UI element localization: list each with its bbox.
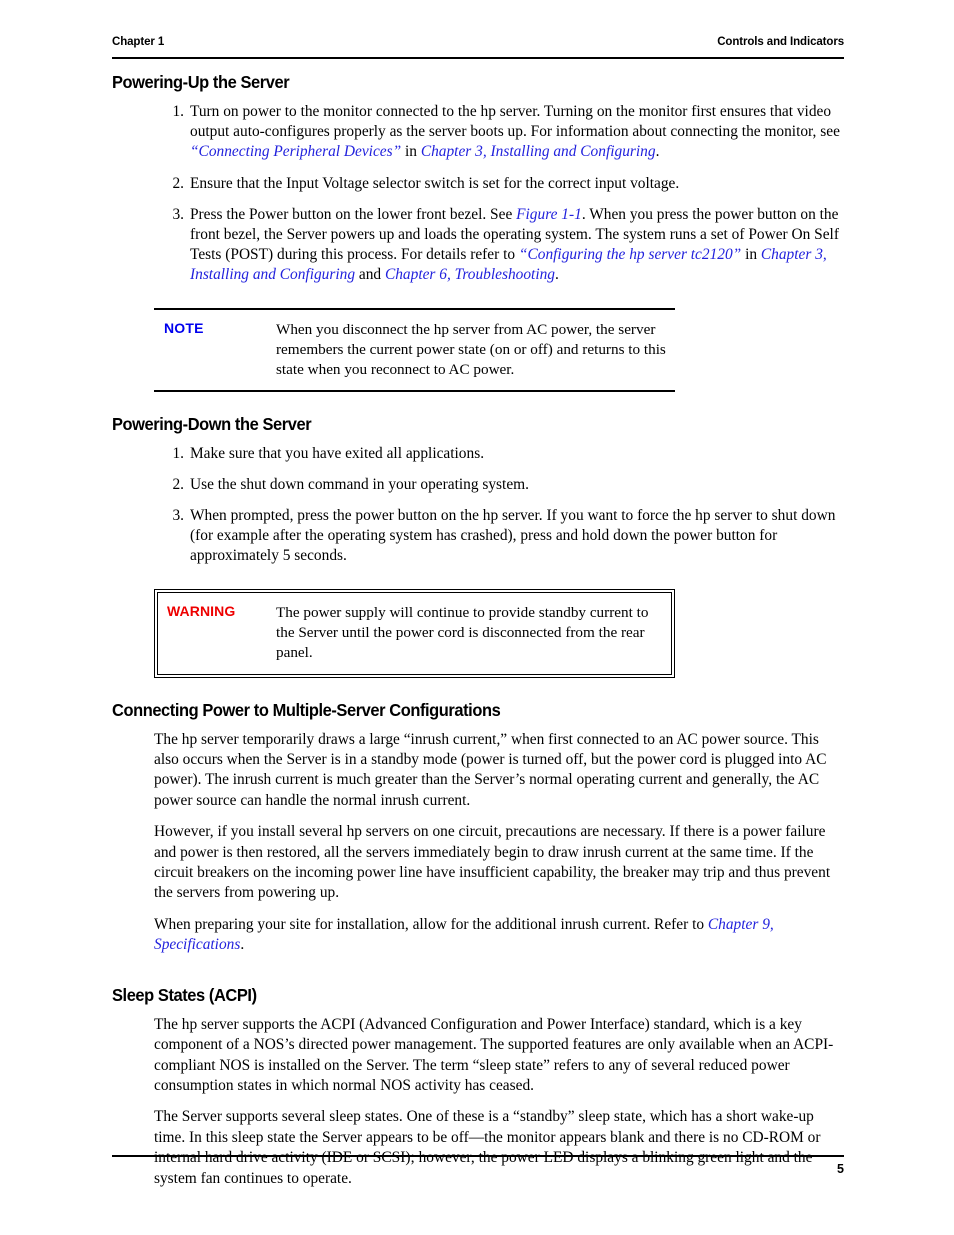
cross-reference-link[interactable]: Chapter 6, Troubleshooting	[385, 266, 555, 283]
list-item: 1. Make sure that you have exited all ap…	[162, 444, 844, 464]
cross-reference-link[interactable]: Figure 1-1	[516, 206, 582, 223]
list-item-number: 3.	[172, 507, 184, 525]
list-item-number: 1.	[172, 444, 184, 462]
paragraph: The hp server supports the ACPI (Advance…	[154, 1015, 834, 1094]
list-item: 1. Turn on power to the monitor connecte…	[162, 102, 844, 163]
header-chapter-label: Chapter 1	[112, 36, 165, 48]
paragraph: The hp server temporarily draws a large …	[154, 730, 827, 809]
section-heading-powering-up: Powering-Up the Server	[112, 72, 290, 92]
list-item: 2. Use the shut down command in your ope…	[162, 475, 844, 495]
document-page: Chapter 1 Controls and Indicators Poweri…	[0, 0, 954, 1235]
list-item-number: 1.	[172, 103, 184, 120]
note-admonition: NOTE When you disconnect the hp server f…	[154, 307, 675, 392]
paragraph: When preparing your site for installatio…	[154, 915, 774, 954]
list-item: 2. Ensure that the Input Voltage selecto…	[162, 174, 844, 194]
list-item-number: 2.	[172, 174, 184, 192]
list-item-text: Turn on power to the monitor connected t…	[190, 103, 840, 161]
cross-reference-link[interactable]: “Connecting Peripheral Devices”	[190, 143, 401, 160]
cross-reference-link[interactable]: Chapter 9, Specifications	[154, 916, 774, 953]
page-footer: 5	[112, 1162, 844, 1176]
list-item: 3. When prompted, press the power button…	[162, 506, 844, 567]
header-section-label: Controls and Indicators	[717, 36, 844, 48]
note-box: NOTE When you disconnect the hp server f…	[154, 307, 675, 392]
list-item-text: Press the Power button on the lower fron…	[190, 205, 839, 284]
page-header: Chapter 1 Controls and Indicators	[112, 36, 844, 48]
section-heading-connecting-power: Connecting Power to Multiple-Server Conf…	[112, 699, 501, 720]
list-item: 3. Press the Power button on the lower f…	[162, 205, 844, 286]
note-label: NOTE	[164, 319, 204, 336]
document-content: Powering-Up the Server 1. Turn on power …	[112, 72, 844, 1189]
section-heading-sleep-states: Sleep States (ACPI)	[112, 984, 257, 1005]
warning-box: WARNING The power supply will continue t…	[157, 591, 672, 675]
list-item-text: When prompted, press the power button on…	[190, 507, 836, 565]
list-item-number: 2.	[172, 475, 184, 493]
paragraph: The Server supports several sleep states…	[154, 1108, 821, 1187]
warning-text: The power supply will continue to provid…	[276, 603, 649, 661]
section-heading-powering-down: Powering-Down the Server	[112, 413, 312, 434]
warning-label: WARNING	[167, 602, 236, 619]
paragraph: However, if you install several hp serve…	[154, 823, 831, 902]
list-item-text: Ensure that the Input Voltage selector s…	[190, 174, 680, 192]
steps-list-powering-down: 1. Make sure that you have exited all ap…	[162, 444, 844, 567]
steps-list-powering-up: 1. Turn on power to the monitor connecte…	[162, 102, 844, 286]
list-item-text: Use the shut down command in your operat…	[190, 475, 529, 493]
list-item-text: Make sure that you have exited all appli…	[190, 444, 485, 462]
page-number: 5	[837, 1162, 844, 1176]
warning-admonition: WARNING The power supply will continue t…	[154, 588, 675, 678]
cross-reference-link[interactable]: Chapter 3, Installing and Configuring	[421, 143, 656, 160]
header-divider	[112, 57, 844, 59]
cross-reference-link[interactable]: “Configuring the hp server tc2120”	[519, 246, 741, 263]
footer-divider	[112, 1155, 844, 1157]
note-text: When you disconnect the hp server from A…	[276, 320, 666, 378]
list-item-number: 3.	[172, 205, 184, 223]
